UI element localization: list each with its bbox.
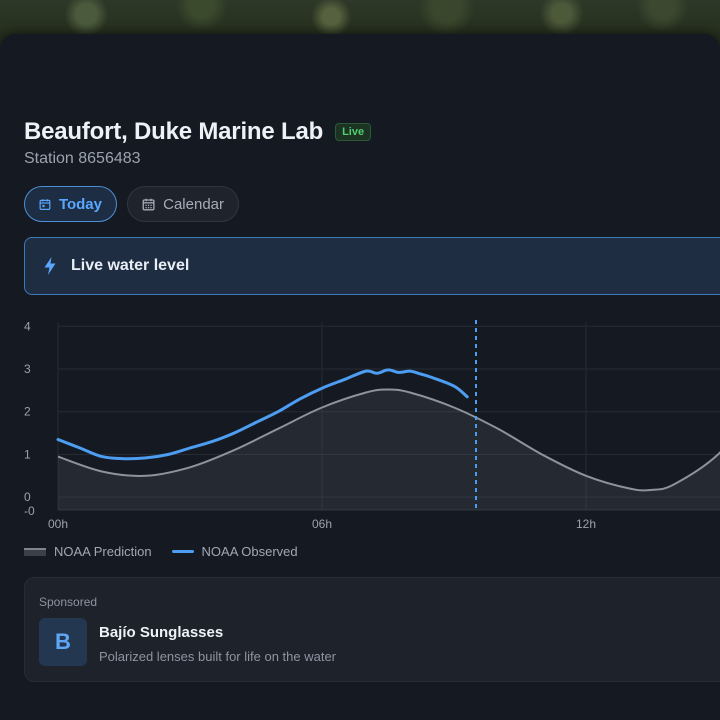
legend-label-prediction: NOAA Prediction [54,544,152,559]
tab-today[interactable]: Today [24,186,117,222]
calendar-icon [142,198,155,210]
bolt-icon [44,257,56,275]
station-header: Beaufort, Duke Marine Lab Live [24,118,372,146]
legend-item-prediction[interactable]: NOAA Prediction [24,544,152,559]
station-id: Station 8656483 [24,150,141,167]
calendar-today-icon [39,198,51,210]
y-tick-label: -0 [24,504,35,518]
chart-legend: NOAA Prediction NOAA Observed [24,544,298,559]
tab-calendar-label: Calendar [163,195,224,213]
live-water-level-banner[interactable]: Live water level [24,237,720,295]
legend-item-observed[interactable]: NOAA Observed [171,544,298,559]
banner-label: Live water level [71,257,190,274]
ad-title: Bajío Sunglasses [99,624,224,641]
y-tick-label: 0 [24,490,31,504]
chart-svg: -00 1 2 3 4 00h 06h 12h [24,319,720,531]
x-tick-label: 06h [312,517,332,531]
tab-today-label: Today [58,195,102,213]
y-tick-label: 4 [24,319,31,333]
y-tick-label: 2 [24,405,31,419]
x-tick-label: 00h [48,517,68,531]
sponsored-card[interactable]: Sponsored B Bajío Sunglasses Polarized l… [24,577,720,682]
station-title: Beaufort, Duke Marine Lab [24,118,324,145]
live-badge: Live [335,123,372,141]
y-tick-label: 3 [24,362,31,376]
prediction-area [58,389,720,510]
legend-label-observed: NOAA Observed [201,544,298,559]
ad-description: Polarized lenses built for life on the w… [99,649,337,664]
legend-swatch-prediction [24,547,46,556]
ad-logo: B [39,618,87,666]
water-level-chart[interactable]: -0 0 1 2 3 4 00h 06h 12h [0,310,720,532]
tab-calendar[interactable]: Calendar [127,186,239,222]
sponsored-label: Sponsored [39,595,98,609]
legend-swatch-observed [171,550,194,553]
x-tick-label: 12h [576,517,596,531]
y-tick-label: 1 [24,447,31,461]
